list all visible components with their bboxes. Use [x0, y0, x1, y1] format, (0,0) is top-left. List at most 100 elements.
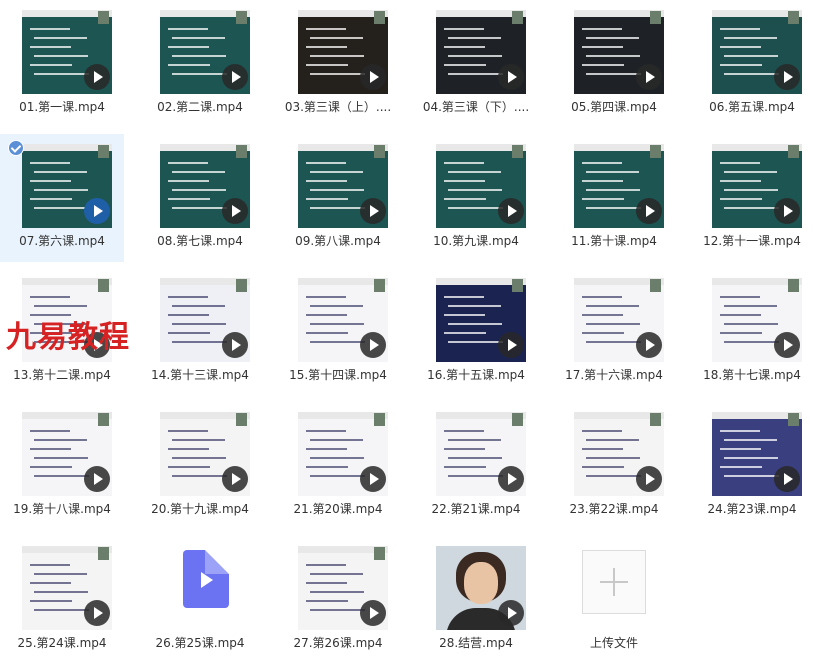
- play-icon[interactable]: [360, 600, 386, 626]
- slide-text-line: [306, 296, 346, 298]
- slide-text-line: [724, 439, 777, 441]
- play-icon[interactable]: [636, 332, 662, 358]
- file-item[interactable]: 27.第26课.mp4: [276, 536, 400, 664]
- video-thumbnail: [574, 412, 664, 496]
- slide-text-line: [448, 439, 501, 441]
- file-item[interactable]: 25.第24课.mp4: [0, 536, 124, 664]
- play-icon[interactable]: [222, 64, 248, 90]
- file-item[interactable]: 16.第十五课.mp4: [414, 268, 538, 396]
- file-name: 09.第八课.mp4: [295, 234, 381, 248]
- play-icon[interactable]: [222, 198, 248, 224]
- play-icon[interactable]: [222, 466, 248, 492]
- slide-text-line: [586, 73, 641, 75]
- slide-text-line: [30, 564, 70, 566]
- file-item[interactable]: 07.第六课.mp4: [0, 134, 124, 262]
- slide-text-line: [582, 314, 623, 316]
- file-item[interactable]: 22.第21课.mp4: [414, 402, 538, 530]
- file-item[interactable]: 01.第一课.mp4: [0, 0, 124, 128]
- video-thumbnail: [22, 144, 112, 228]
- play-icon[interactable]: [636, 466, 662, 492]
- play-icon[interactable]: [774, 198, 800, 224]
- play-icon[interactable]: [774, 64, 800, 90]
- webcam-inset: [650, 145, 661, 158]
- slide-text-line: [448, 457, 502, 459]
- file-name: 24.第23课.mp4: [707, 502, 797, 516]
- file-item[interactable]: 24.第23课.mp4: [690, 402, 814, 530]
- play-icon[interactable]: [84, 64, 110, 90]
- play-icon[interactable]: [84, 600, 110, 626]
- play-icon[interactable]: [774, 466, 800, 492]
- play-icon[interactable]: [498, 466, 524, 492]
- slide-text-line: [168, 28, 208, 30]
- file-item[interactable]: 20.第十九课.mp4: [138, 402, 262, 530]
- play-icon[interactable]: [222, 332, 248, 358]
- file-item[interactable]: 23.第22课.mp4: [552, 402, 676, 530]
- play-icon[interactable]: [498, 600, 524, 626]
- file-item[interactable]: 04.第三课（下）....: [414, 0, 538, 128]
- file-item[interactable]: 21.第20课.mp4: [276, 402, 400, 530]
- play-icon[interactable]: [84, 466, 110, 492]
- slide-text-line: [448, 189, 502, 191]
- file-item[interactable]: 10.第九课.mp4: [414, 134, 538, 262]
- slide-text-line: [582, 64, 624, 66]
- play-icon[interactable]: [636, 198, 662, 224]
- slide-text-line: [310, 189, 364, 191]
- slide-text-line: [720, 64, 762, 66]
- play-icon[interactable]: [498, 64, 524, 90]
- slide-text-line: [586, 305, 639, 307]
- plus-icon[interactable]: [582, 550, 646, 614]
- slide-text-line: [30, 28, 70, 30]
- play-icon[interactable]: [498, 332, 524, 358]
- video-thumbnail: [436, 10, 526, 94]
- file-name: 19.第十八课.mp4: [13, 502, 111, 516]
- file-item[interactable]: 18.第十七课.mp4: [690, 268, 814, 396]
- file-item[interactable]: 03.第三课（上）....: [276, 0, 400, 128]
- slide-text-line: [306, 64, 348, 66]
- webcam-inset: [98, 11, 109, 24]
- selected-check-icon[interactable]: [8, 140, 24, 156]
- upload-file-button[interactable]: 上传文件: [552, 536, 676, 664]
- file-item[interactable]: 19.第十八课.mp4: [0, 402, 124, 530]
- slide-text-line: [306, 162, 346, 164]
- slide-text-line: [30, 466, 72, 468]
- slide-text-line: [310, 457, 364, 459]
- file-item[interactable]: 11.第十课.mp4: [552, 134, 676, 262]
- file-item[interactable]: 17.第十六课.mp4: [552, 268, 676, 396]
- file-item[interactable]: 26.第25课.mp4: [138, 536, 262, 664]
- file-item[interactable]: 09.第八课.mp4: [276, 134, 400, 262]
- slide-text-line: [724, 171, 777, 173]
- slide-text-line: [448, 341, 503, 343]
- play-icon[interactable]: [498, 198, 524, 224]
- file-item[interactable]: 05.第四课.mp4: [552, 0, 676, 128]
- play-icon[interactable]: [636, 64, 662, 90]
- slide-text-line: [310, 475, 365, 477]
- play-icon[interactable]: [774, 332, 800, 358]
- video-thumbnail: [298, 10, 388, 94]
- video-thumbnail: [298, 412, 388, 496]
- play-icon[interactable]: [360, 466, 386, 492]
- file-item[interactable]: 14.第十三课.mp4: [138, 268, 262, 396]
- slide-text-line: [172, 73, 227, 75]
- file-item[interactable]: 12.第十一课.mp4: [690, 134, 814, 262]
- slide-text-line: [310, 305, 363, 307]
- slide-text-line: [448, 55, 502, 57]
- play-icon[interactable]: [360, 332, 386, 358]
- play-icon[interactable]: [360, 198, 386, 224]
- slide-text-line: [168, 332, 210, 334]
- file-item[interactable]: 28.结营.mp4: [414, 536, 538, 664]
- webcam-inset: [512, 11, 523, 24]
- file-item[interactable]: 06.第五课.mp4: [690, 0, 814, 128]
- file-item[interactable]: 02.第二课.mp4: [138, 0, 262, 128]
- play-icon[interactable]: [360, 64, 386, 90]
- slide-text-line: [582, 28, 622, 30]
- slide-text-line: [34, 55, 88, 57]
- slide-text-line: [34, 37, 87, 39]
- play-icon[interactable]: [84, 198, 110, 224]
- slide-text-line: [34, 73, 89, 75]
- slide-text-line: [582, 332, 624, 334]
- slide-text-line: [306, 332, 348, 334]
- file-item[interactable]: 15.第十四课.mp4: [276, 268, 400, 396]
- file-item[interactable]: 08.第七课.mp4: [138, 134, 262, 262]
- file-name: 26.第25课.mp4: [155, 636, 245, 650]
- slide-text-line: [724, 323, 778, 325]
